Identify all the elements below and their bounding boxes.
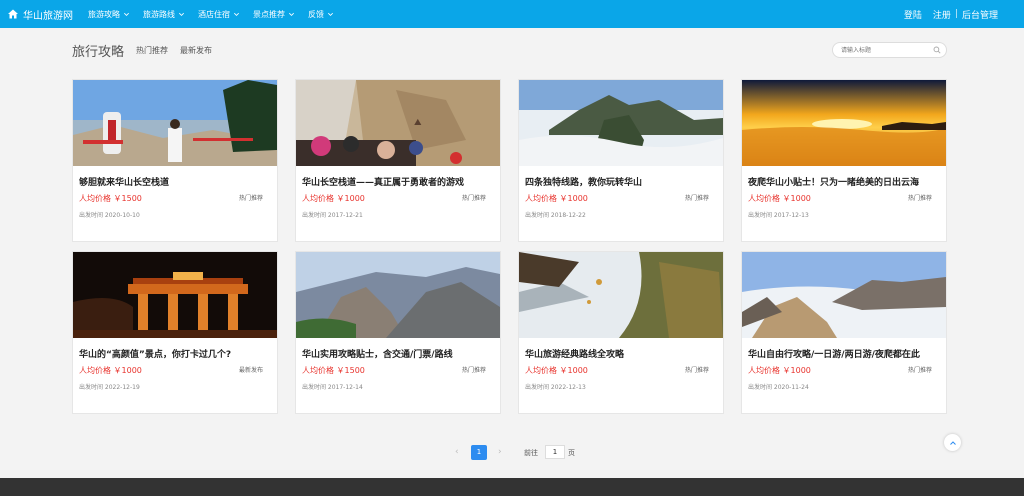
guide-title: 华山长空栈道——真正属于勇敢者的游戏 bbox=[302, 178, 465, 188]
guide-title: 华山实用攻略贴士，含交通/门票/路线 bbox=[302, 350, 453, 360]
main-nav: 旅游攻略 旅游路线 酒店住宿 景点推荐 反馈 bbox=[88, 0, 347, 28]
guide-category: 热门推荐 bbox=[238, 195, 263, 202]
guide-title: 夜爬华山小贴士！只为一睹绝美的日出云海 bbox=[748, 178, 920, 188]
nav-feedback[interactable]: 反馈 bbox=[308, 9, 334, 20]
footer-bar bbox=[0, 478, 1024, 496]
guide-price: 人均价格 ￥1000 bbox=[525, 194, 588, 203]
guide-image bbox=[742, 252, 946, 338]
guide-card[interactable]: 华山的“高颜值”景点，你打卡过几个? 人均价格 ￥1000 最新发布 出发时间 … bbox=[72, 251, 278, 414]
guide-category: 热门推荐 bbox=[907, 195, 932, 202]
divider: | bbox=[954, 9, 958, 19]
guide-card[interactable]: 够胆就来华山长空栈道 人均价格 ￥1500 热门推荐 出发时间 2020-10-… bbox=[72, 79, 278, 242]
guide-card[interactable]: 华山旅游经典路线全攻略 人均价格 ￥1000 热门推荐 出发时间 2022-12… bbox=[518, 251, 724, 414]
nav-label: 酒店住宿 bbox=[198, 9, 230, 19]
guide-image bbox=[73, 80, 277, 166]
guide-date: 出发时间 2020-11-24 bbox=[748, 384, 809, 391]
chevron-down-icon bbox=[328, 12, 333, 16]
nav-travel-guides[interactable]: 旅游攻略 bbox=[88, 9, 130, 20]
guide-card[interactable]: 华山实用攻略贴士，含交通/门票/路线 人均价格 ￥1500 热门推荐 出发时间 … bbox=[295, 251, 501, 414]
guide-card[interactable]: 四条独特线路，教你玩转华山 人均价格 ￥1000 热门推荐 出发时间 2018-… bbox=[518, 79, 724, 242]
prev-page-button[interactable]: ‹ bbox=[455, 447, 459, 457]
goto-page-input[interactable] bbox=[545, 445, 565, 459]
nav-label: 旅游路线 bbox=[143, 9, 175, 19]
guide-image: ⛰ bbox=[296, 80, 500, 166]
brand-name: 华山旅游网 bbox=[23, 10, 73, 22]
chevron-down-icon bbox=[179, 12, 184, 16]
nav-label: 反馈 bbox=[308, 9, 324, 19]
search-icon[interactable] bbox=[933, 46, 941, 54]
guide-category: 最新发布 bbox=[238, 367, 263, 374]
guide-price: 人均价格 ￥1000 bbox=[302, 194, 365, 203]
guide-date: 出发时间 2017-12-21 bbox=[302, 212, 363, 219]
nav-hotels[interactable]: 酒店住宿 bbox=[198, 9, 240, 20]
guide-card[interactable]: 夜爬华山小贴士！只为一睹绝美的日出云海 人均价格 ￥1000 热门推荐 出发时间… bbox=[741, 79, 947, 242]
guide-category: 热门推荐 bbox=[461, 195, 486, 202]
guide-price: 人均价格 ￥1000 bbox=[525, 366, 588, 375]
nav-attractions[interactable]: 景点推荐 bbox=[253, 9, 295, 20]
guide-price: 人均价格 ￥1000 bbox=[748, 194, 811, 203]
brand[interactable]: 华山旅游网 bbox=[7, 0, 73, 28]
admin-link[interactable]: 后台管理 bbox=[962, 8, 998, 21]
chevron-up-icon bbox=[949, 440, 956, 445]
page-title: 旅行攻略 bbox=[72, 45, 125, 60]
guide-price: 人均价格 ￥1000 bbox=[79, 366, 142, 375]
guide-date: 出发时间 2018-12-22 bbox=[525, 212, 586, 219]
guide-category: 热门推荐 bbox=[907, 367, 932, 374]
guide-date: 出发时间 2020-10-10 bbox=[79, 212, 140, 219]
goto-suffix: 页 bbox=[568, 449, 575, 457]
chevron-down-icon bbox=[234, 12, 239, 16]
tab-hot[interactable]: 热门推荐 bbox=[136, 45, 168, 56]
chevron-down-icon bbox=[124, 12, 129, 16]
guide-image bbox=[73, 252, 277, 338]
guide-card[interactable]: ⛰ 华山长空栈道——真正属于勇敢者的游戏 人均价格 ￥1000 热门推荐 出发时… bbox=[295, 79, 501, 242]
guide-image bbox=[519, 80, 723, 166]
guide-title: 够胆就来华山长空栈道 bbox=[79, 178, 170, 188]
next-page-button[interactable]: › bbox=[498, 447, 502, 457]
guide-date: 出发时间 2022-12-13 bbox=[525, 384, 586, 391]
guide-price: 人均价格 ￥1500 bbox=[79, 194, 142, 203]
guide-image bbox=[296, 252, 500, 338]
svg-text:⛰: ⛰ bbox=[414, 118, 422, 128]
search-box bbox=[832, 42, 947, 58]
page-number-current[interactable]: 1 bbox=[471, 445, 487, 460]
nav-label: 景点推荐 bbox=[253, 9, 285, 19]
top-nav-bar: 华山旅游网 旅游攻略 旅游路线 酒店住宿 景点推荐 反馈 登陆 | 注册 | 后… bbox=[0, 0, 1024, 28]
search-input[interactable] bbox=[841, 44, 931, 56]
guide-category: 热门推荐 bbox=[684, 367, 709, 374]
guide-price: 人均价格 ￥1500 bbox=[302, 366, 365, 375]
tab-latest[interactable]: 最新发布 bbox=[180, 45, 212, 56]
guide-title: 四条独特线路，教你玩转华山 bbox=[525, 178, 643, 188]
nav-travel-routes[interactable]: 旅游路线 bbox=[143, 9, 185, 20]
user-links: 登陆 | 注册 | 后台管理 bbox=[904, 0, 998, 28]
guide-date: 出发时间 2017-12-14 bbox=[302, 384, 363, 391]
guide-title: 华山的“高颜值”景点，你打卡过几个? bbox=[79, 350, 232, 360]
guide-image bbox=[519, 252, 723, 338]
guide-category: 热门推荐 bbox=[461, 367, 486, 374]
chevron-down-icon bbox=[289, 12, 294, 16]
guide-card[interactable]: 华山自由行攻略/一日游/两日游/夜爬都在此 人均价格 ￥1000 热门推荐 出发… bbox=[741, 251, 947, 414]
register-link[interactable]: 注册 bbox=[933, 8, 951, 21]
home-icon bbox=[8, 9, 18, 19]
guide-price: 人均价格 ￥1000 bbox=[748, 366, 811, 375]
guide-date: 出发时间 2022-12-19 bbox=[79, 384, 140, 391]
goto-label: 前往 bbox=[524, 449, 538, 457]
guide-category: 热门推荐 bbox=[684, 195, 709, 202]
nav-label: 旅游攻略 bbox=[88, 9, 120, 19]
login-link[interactable]: 登陆 bbox=[904, 8, 922, 21]
guide-date: 出发时间 2017-12-13 bbox=[748, 212, 809, 219]
guide-image bbox=[742, 80, 946, 166]
guide-title: 华山自由行攻略/一日游/两日游/夜爬都在此 bbox=[748, 350, 920, 360]
guide-title: 华山旅游经典路线全攻略 bbox=[525, 350, 625, 360]
back-to-top-button[interactable] bbox=[944, 434, 961, 451]
